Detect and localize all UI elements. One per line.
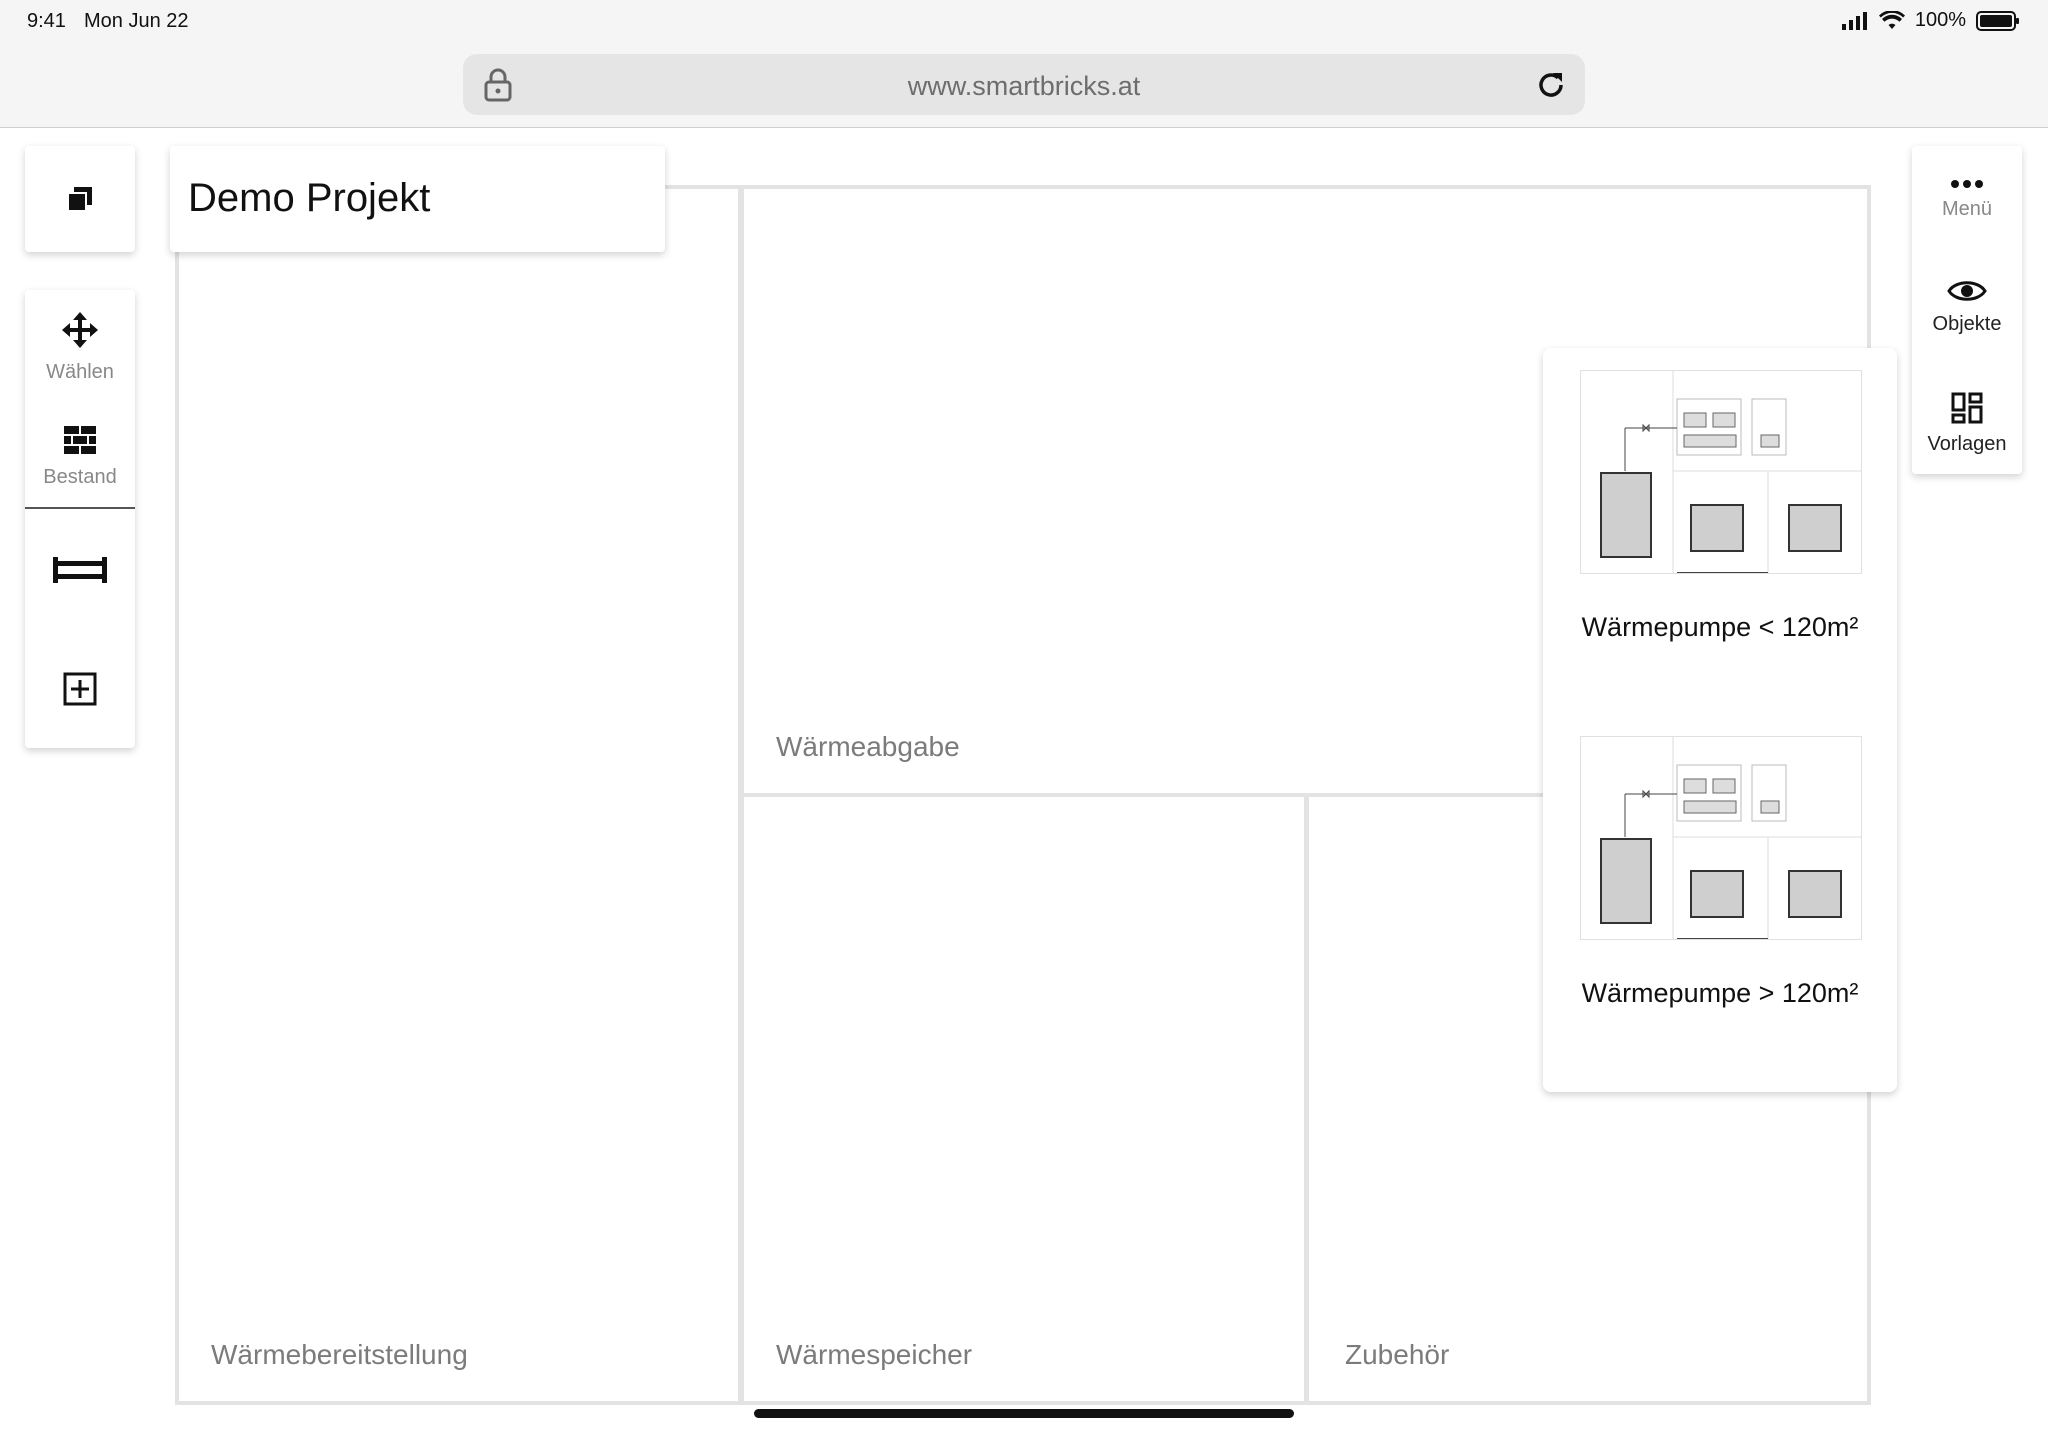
- move-arrows-icon: [62, 312, 98, 348]
- template-thumbnail-2: [1580, 736, 1862, 940]
- template-card[interactable]: Wärmepumpe < 120m²: [1543, 348, 1897, 698]
- layers-icon: [67, 187, 92, 212]
- layers-button[interactable]: [25, 146, 135, 252]
- template-thumbnail-1: [1580, 370, 1862, 574]
- right-toolbar: Menü Objekte Vorlagen: [1912, 146, 2022, 474]
- templates-panel: Wärmepumpe < 120m² Wärmepumpe > 120m²: [1543, 348, 1897, 1092]
- browser-bar: www.smartbricks.at: [0, 44, 2048, 128]
- zone-label: Wärmebereitstellung: [211, 1339, 468, 1370]
- template-title: Wärmepumpe > 120m²: [1581, 978, 1859, 1008]
- tool-objekte[interactable]: Objekte: [1912, 278, 2022, 336]
- tool-vorlagen[interactable]: Vorlagen: [1912, 392, 2022, 456]
- tool-add[interactable]: [25, 672, 135, 711]
- cellular-signal-icon: [1841, 11, 1867, 30]
- left-toolbar: Wählen Bestand: [25, 290, 135, 748]
- zone-waermebereitstellung[interactable]: Wärmebereitstellung: [175, 185, 742, 1405]
- tool-label: Bestand: [43, 466, 117, 488]
- zone-label: Wärmespeicher: [776, 1339, 973, 1370]
- tool-waehlen[interactable]: Wählen: [25, 310, 135, 384]
- tool-label: Wählen: [46, 361, 114, 383]
- brick-wall-icon: [64, 426, 96, 454]
- status-indicators: 100%: [1841, 9, 2020, 32]
- tool-menu[interactable]: Menü: [1912, 176, 2022, 221]
- battery-percent: 100%: [1914, 9, 1966, 31]
- dashboard-icon: [1951, 392, 1983, 424]
- zone-label: Zubehör: [1345, 1339, 1450, 1370]
- reload-icon[interactable]: [1535, 69, 1567, 101]
- tool-label: Objekte: [1932, 313, 2002, 335]
- eye-icon: [1947, 281, 1987, 301]
- project-title: Demo Projekt: [188, 176, 431, 220]
- status-date: Mon Jun 22: [84, 10, 189, 32]
- status-bar: 9:41 Mon Jun 22 100%: [0, 0, 2048, 44]
- toolbar-divider: [25, 507, 135, 509]
- wifi-icon: [1878, 10, 1905, 29]
- template-card[interactable]: Wärmepumpe > 120m²: [1543, 714, 1897, 1064]
- tool-label: Vorlagen: [1927, 433, 2007, 455]
- url-text: www.smartbricks.at: [907, 71, 1141, 101]
- status-time: 9:41: [27, 10, 66, 32]
- home-indicator: [754, 1409, 1294, 1418]
- url-field[interactable]: www.smartbricks.at: [463, 54, 1585, 115]
- battery-icon: [1976, 10, 2019, 31]
- more-horizontal-icon: [1951, 180, 1983, 188]
- tool-dimension[interactable]: [25, 555, 135, 590]
- dimension-icon: [53, 557, 107, 583]
- zone-waermespeicher[interactable]: Wärmespeicher: [740, 793, 1308, 1405]
- project-title-card[interactable]: Demo Projekt: [170, 146, 665, 252]
- template-title: Wärmepumpe < 120m²: [1581, 612, 1859, 642]
- zone-label: Wärmeabgabe: [776, 731, 960, 762]
- tool-label: Menü: [1941, 198, 1993, 220]
- tool-bestand[interactable]: Bestand: [25, 425, 135, 489]
- add-box-icon: [63, 672, 97, 706]
